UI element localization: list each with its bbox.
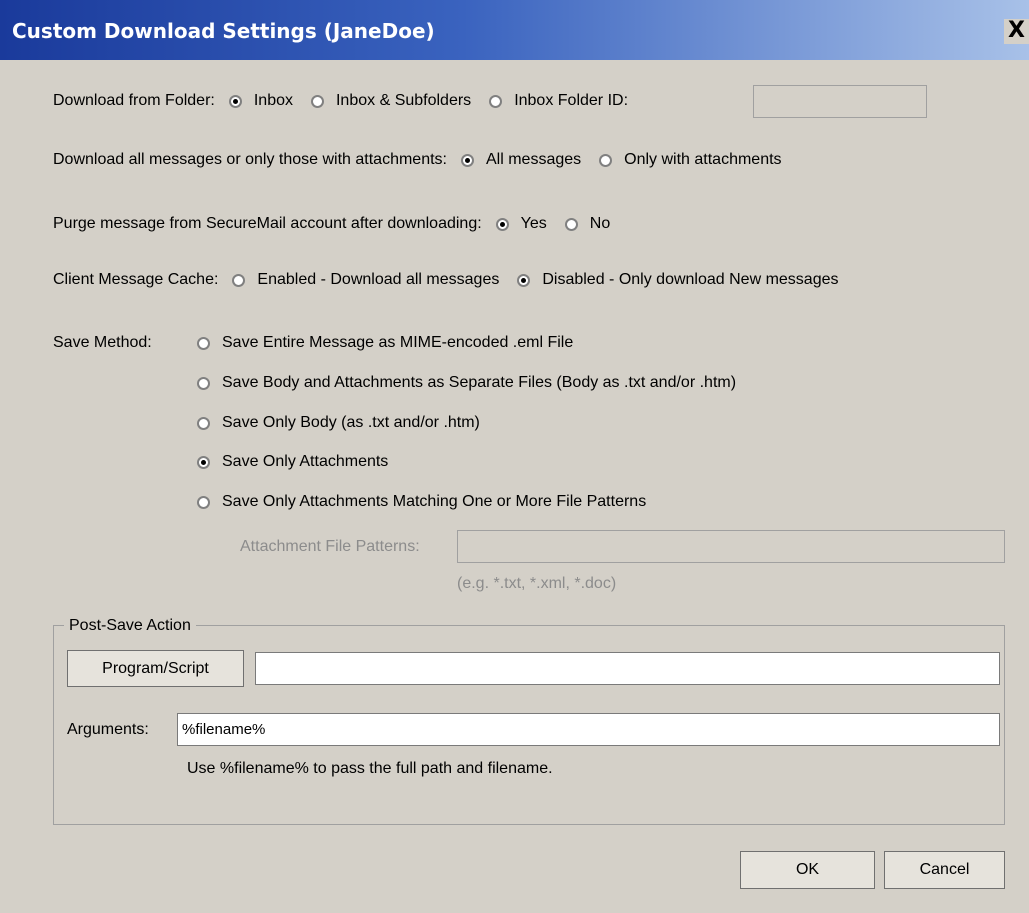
save-method-label: Save Method:	[53, 334, 152, 351]
radio-only-attachments-label: Only with attachments	[624, 151, 782, 168]
radio-button-icon[interactable]	[228, 94, 242, 108]
radio-cache-disabled-label: Disabled - Only download New messages	[542, 271, 839, 288]
patterns-field[interactable]	[457, 530, 1005, 563]
download-folder-label: Download from Folder:	[53, 92, 215, 109]
radio-inbox[interactable]: Inbox	[228, 92, 293, 110]
radio-inbox-folder-id-label: Inbox Folder ID:	[514, 92, 629, 109]
radio-button-icon[interactable]	[232, 273, 246, 287]
purge-label: Purge message from SecureMail account af…	[53, 215, 482, 232]
radio-save-separate[interactable]: Save Body and Attachments as Separate Fi…	[197, 370, 736, 396]
patterns-label-row: Attachment File Patterns:	[240, 534, 420, 560]
download-folder-row: Download from Folder: Inbox Inbox & Subf…	[53, 88, 642, 114]
program-path-field[interactable]	[255, 652, 1000, 685]
radio-button-icon[interactable]	[197, 455, 210, 469]
program-script-button[interactable]: Program/Script	[67, 650, 244, 687]
patterns-label: Attachment File Patterns:	[240, 538, 420, 555]
radio-only-attachments[interactable]: Only with attachments	[599, 151, 782, 169]
patterns-hint: (e.g. *.txt, *.xml, *.doc)	[457, 575, 617, 592]
radio-button-icon[interactable]	[489, 94, 503, 108]
radio-cache-enabled-label: Enabled - Download all messages	[257, 271, 500, 288]
radio-button-icon[interactable]	[599, 153, 613, 167]
radio-all-messages[interactable]: All messages	[460, 151, 582, 169]
radio-cache-enabled[interactable]: Enabled - Download all messages	[232, 271, 499, 289]
cancel-button[interactable]: Cancel	[884, 851, 1005, 889]
radio-button-icon[interactable]	[197, 376, 210, 390]
patterns-hint-row: (e.g. *.txt, *.xml, *.doc)	[457, 572, 616, 596]
radio-button-icon[interactable]	[197, 336, 210, 350]
purge-row: Purge message from SecureMail account af…	[53, 211, 628, 237]
radio-save-eml-label: Save Entire Message as MIME-encoded .eml…	[222, 334, 574, 351]
radio-button-icon[interactable]	[517, 273, 531, 287]
message-filter-row: Download all messages or only those with…	[53, 147, 800, 173]
arguments-label: Arguments:	[67, 721, 149, 738]
radio-button-icon[interactable]	[197, 416, 210, 430]
radio-button-icon[interactable]	[460, 153, 474, 167]
radio-all-messages-label: All messages	[485, 151, 582, 168]
folder-id-field[interactable]	[753, 85, 927, 118]
radio-inbox-label: Inbox	[253, 92, 293, 109]
cache-label: Client Message Cache:	[53, 271, 219, 288]
radio-inbox-subfolders-label: Inbox & Subfolders	[335, 92, 472, 109]
radio-inbox-subfolders[interactable]: Inbox & Subfolders	[310, 92, 472, 110]
arguments-label-row: Arguments:	[67, 717, 149, 743]
radio-save-patterns[interactable]: Save Only Attachments Matching One or Mo…	[197, 489, 646, 515]
radio-inbox-folder-id[interactable]: Inbox Folder ID:	[489, 92, 628, 110]
radio-save-eml[interactable]: Save Entire Message as MIME-encoded .eml…	[197, 330, 573, 356]
ok-button[interactable]: OK	[740, 851, 875, 889]
window-title: Custom Download Settings (JaneDoe)	[12, 19, 435, 43]
radio-cache-disabled[interactable]: Disabled - Only download New messages	[517, 271, 838, 289]
title-bar: Custom Download Settings (JaneDoe)	[0, 0, 1029, 60]
arguments-hint: Use %filename% to pass the full path and…	[187, 760, 553, 777]
arguments-hint-row: Use %filename% to pass the full path and…	[187, 757, 553, 781]
radio-save-patterns-label: Save Only Attachments Matching One or Mo…	[222, 493, 647, 510]
cache-row: Client Message Cache: Enabled - Download…	[53, 267, 856, 293]
radio-save-attachments-label: Save Only Attachments	[222, 453, 389, 470]
radio-save-body[interactable]: Save Only Body (as .txt and/or .htm)	[197, 410, 480, 436]
radio-button-icon[interactable]	[564, 217, 578, 231]
close-button[interactable]: X	[1004, 19, 1029, 44]
save-method-label-row: Save Method:	[53, 330, 152, 356]
radio-save-body-label: Save Only Body (as .txt and/or .htm)	[222, 414, 480, 431]
radio-purge-no-label: No	[589, 215, 611, 232]
radio-button-icon[interactable]	[495, 217, 509, 231]
radio-button-icon[interactable]	[197, 495, 210, 509]
radio-button-icon[interactable]	[310, 94, 324, 108]
radio-purge-yes-label: Yes	[520, 215, 547, 232]
radio-purge-no[interactable]: No	[564, 215, 611, 233]
radio-save-separate-label: Save Body and Attachments as Separate Fi…	[222, 374, 737, 391]
arguments-field[interactable]	[177, 713, 1000, 746]
radio-save-attachments[interactable]: Save Only Attachments	[197, 449, 388, 475]
post-save-group-label: Post-Save Action	[64, 617, 196, 635]
close-icon: X	[1008, 18, 1025, 43]
message-filter-label: Download all messages or only those with…	[53, 151, 447, 168]
radio-purge-yes[interactable]: Yes	[495, 215, 547, 233]
